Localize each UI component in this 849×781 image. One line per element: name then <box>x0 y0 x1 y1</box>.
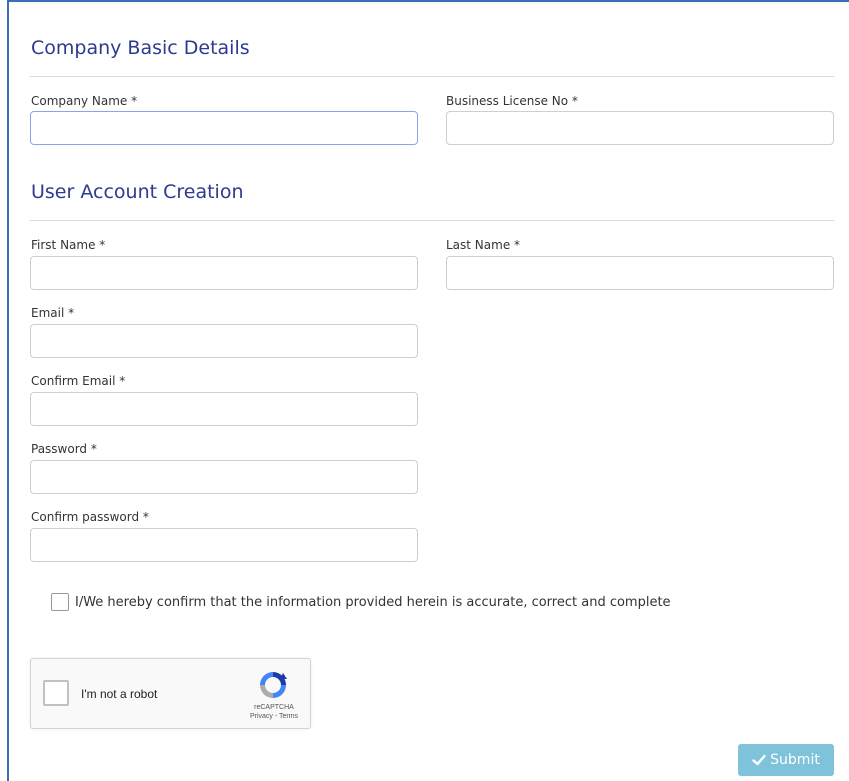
first-name-input[interactable] <box>30 256 418 290</box>
submit-label: Submit <box>770 752 820 768</box>
business-license-label: Business License No * <box>446 94 578 108</box>
recaptcha-label: I'm not a robot <box>81 687 158 701</box>
password-input[interactable] <box>30 460 418 494</box>
company-name-input[interactable] <box>30 111 418 145</box>
recaptcha-logo-icon <box>260 672 287 698</box>
password-label: Password * <box>31 442 97 456</box>
email-label: Email * <box>31 306 75 320</box>
business-license-input[interactable] <box>446 111 834 145</box>
recaptcha-links[interactable]: Privacy - Terms <box>245 712 303 721</box>
company-name-label: Company Name * <box>31 94 138 108</box>
confirm-password-input[interactable] <box>30 528 418 562</box>
check-icon <box>752 754 766 766</box>
last-name-label: Last Name * <box>446 238 521 252</box>
recaptcha-brand-name: reCAPTCHA <box>254 704 294 711</box>
consent-text: I/We hereby confirm that the information… <box>75 594 671 610</box>
divider <box>30 220 834 221</box>
confirm-email-label: Confirm Email * <box>31 374 126 388</box>
recaptcha-checkbox[interactable] <box>43 680 69 706</box>
consent-checkbox[interactable] <box>51 593 69 611</box>
email-input[interactable] <box>30 324 418 358</box>
divider <box>30 76 834 77</box>
confirm-password-label: Confirm password * <box>31 510 149 524</box>
consent-row: I/We hereby confirm that the information… <box>51 593 671 611</box>
last-name-input[interactable] <box>446 256 834 290</box>
section-title-company: Company Basic Details <box>31 37 250 59</box>
submit-button[interactable]: Submit <box>738 744 834 776</box>
confirm-email-input[interactable] <box>30 392 418 426</box>
recaptcha-widget: I'm not a robot reCAPTCHA Privacy - Term… <box>30 658 311 729</box>
first-name-label: First Name * <box>31 238 106 252</box>
section-title-account: User Account Creation <box>31 181 244 203</box>
recaptcha-brand: reCAPTCHA Privacy - Terms <box>245 703 303 721</box>
